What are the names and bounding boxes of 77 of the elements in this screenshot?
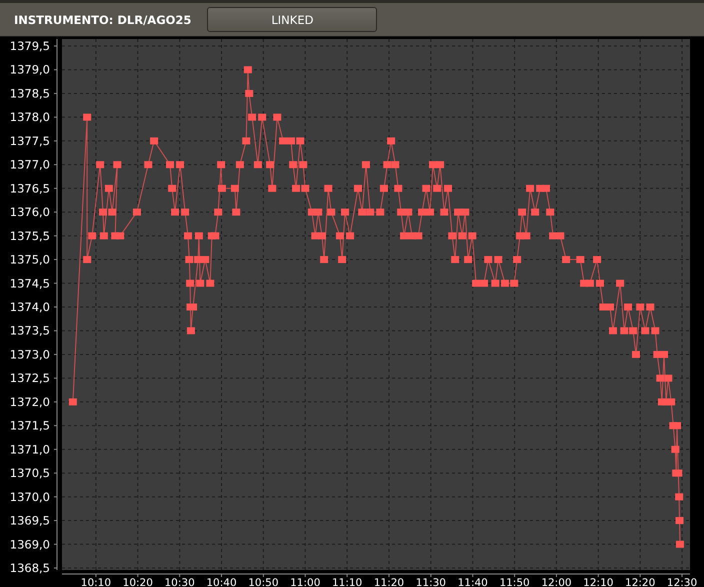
axis-label: 1375,0	[10, 252, 50, 267]
axis-label: 1377,0	[10, 158, 50, 172]
data-point-marker	[593, 256, 602, 264]
axis-label: 1372,0	[10, 394, 50, 409]
data-point-marker	[144, 161, 152, 168]
axis-label: 1372,5	[10, 371, 50, 386]
data-point-marker	[641, 327, 650, 334]
axis-label: 12:10	[583, 577, 614, 587]
axis-label: 1374,0	[10, 300, 50, 314]
data-point-marker	[181, 208, 190, 216]
data-point-marker	[299, 161, 308, 168]
data-point-marker	[176, 161, 184, 168]
axis-label: 1371,5	[10, 418, 50, 433]
axis-label: 12:20	[625, 577, 656, 587]
axis-label: 10:40	[206, 577, 237, 587]
data-point-marker	[217, 161, 226, 168]
axis-label: 1378,5	[10, 86, 50, 100]
data-point-marker	[258, 114, 266, 121]
axis-label: 1373,5	[10, 324, 50, 338]
axis-label: 1369,5	[10, 514, 50, 528]
data-point-marker	[484, 256, 492, 264]
linked-button[interactable]: LINKED	[207, 7, 378, 32]
axis-label: 10:10	[80, 577, 112, 587]
axis-label: 1370,0	[10, 490, 50, 504]
axis-label: 1379,5	[10, 39, 50, 53]
data-point-marker	[646, 304, 654, 310]
axis-label: 1376,5	[10, 181, 50, 196]
data-point-marker	[451, 256, 460, 264]
axis-label: 11:40	[458, 577, 488, 587]
axis-label: 1377,5	[10, 134, 50, 148]
data-point-marker	[232, 208, 240, 216]
data-point-marker	[289, 161, 298, 168]
axis-label: 1371,0	[10, 442, 50, 456]
data-point-marker	[624, 304, 632, 310]
data-point-marker	[83, 256, 92, 264]
data-point-marker	[83, 114, 92, 121]
data-point-marker	[562, 256, 570, 264]
axis-label: 11:30	[416, 577, 446, 587]
data-point-marker	[376, 208, 384, 216]
data-point-marker	[248, 114, 256, 121]
data-point-marker	[266, 161, 274, 168]
data-point-marker	[320, 256, 328, 264]
axis-label: 10:20	[122, 577, 153, 587]
instrument-title: INSTRUMENTO: DLR/AGO25	[14, 12, 192, 26]
data-point-marker	[327, 208, 336, 216]
data-point-marker	[96, 161, 104, 168]
axis-label: 1376,0	[10, 205, 50, 220]
data-point-marker	[440, 208, 448, 216]
axis-label: 1374,5	[10, 276, 50, 290]
axis-label: 1375,5	[10, 228, 50, 243]
axis-label: 11:50	[499, 577, 530, 587]
axis-label: 12:00	[541, 577, 572, 587]
axis-label: 10:30	[164, 577, 195, 587]
data-point-marker	[214, 208, 222, 216]
data-point-marker	[338, 256, 346, 264]
data-point-marker	[546, 208, 554, 216]
axis-label: 1370,5	[10, 466, 50, 480]
data-point-marker	[171, 208, 180, 216]
data-point-marker	[676, 517, 684, 524]
data-point-marker	[513, 256, 522, 264]
data-point-marker	[273, 114, 282, 121]
axis-label: 11:10	[332, 577, 362, 587]
axis-label: 1379,0	[10, 62, 50, 77]
axis-label: 1373,0	[10, 347, 50, 362]
data-point-marker	[341, 208, 350, 216]
data-point-marker	[464, 256, 472, 264]
axis-label: 11:00	[290, 577, 320, 587]
data-point-marker	[531, 208, 540, 216]
data-point-marker	[166, 161, 174, 168]
axis-label: 1378,0	[10, 110, 50, 124]
axis-label: 11:20	[374, 577, 404, 587]
axis-label: 1368,5	[10, 561, 50, 575]
data-point-marker	[518, 208, 526, 216]
data-point-marker	[636, 304, 644, 310]
axis-label: 1369,0	[10, 537, 50, 552]
axis-label: 12:30	[666, 577, 698, 587]
axis-label: 10:50	[248, 577, 278, 587]
